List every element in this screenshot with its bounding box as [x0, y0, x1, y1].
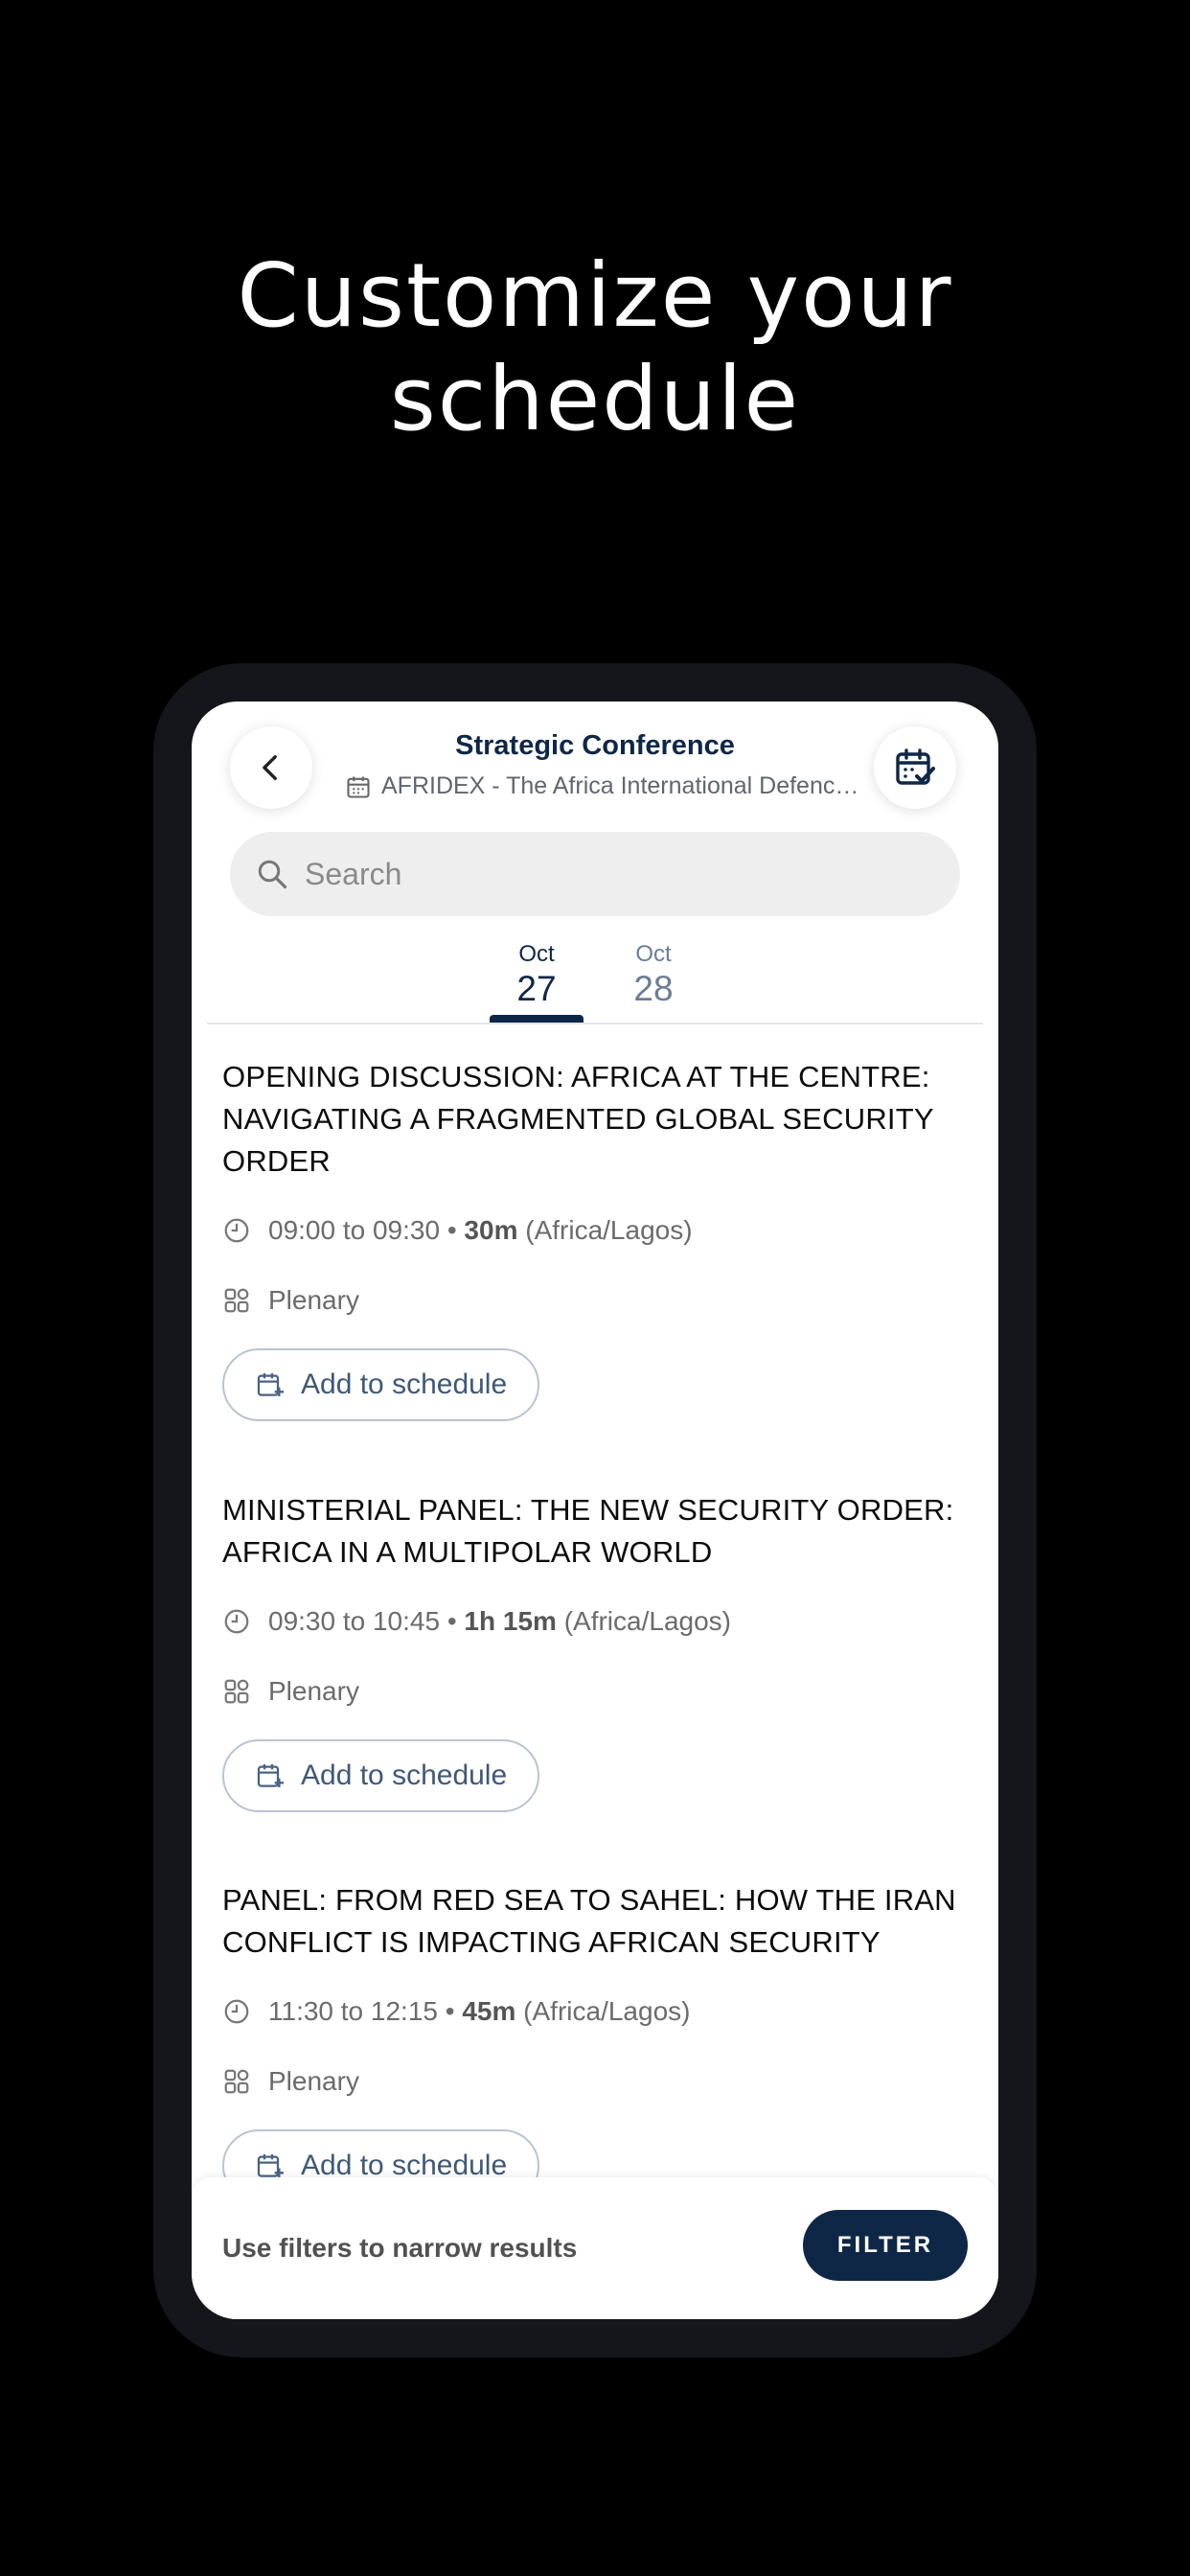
session-duration: 30m: [464, 1215, 518, 1245]
session-track: Plenary: [268, 1676, 359, 1706]
session-track-row: Plenary: [222, 1281, 979, 1320]
clock-icon: [222, 1216, 255, 1245]
filter-bar: Use filters to narrow results FILTER: [192, 2177, 998, 2319]
active-tab-indicator: [490, 1015, 584, 1023]
session-timezone: (Africa/Lagos): [563, 1606, 731, 1636]
clock-icon: [222, 1997, 255, 2026]
tab-divider: [207, 1023, 983, 1024]
event-subtitle: AFRIDEX - The Africa International Defen…: [345, 772, 862, 800]
session-card: PANEL: FROM RED SEA TO SAHEL: HOW THE IR…: [222, 1879, 979, 2202]
tab-month: Oct: [518, 941, 555, 967]
headline-line-2: schedule: [389, 348, 801, 450]
headline: Customize your schedule: [0, 244, 1190, 451]
tab-oct-27[interactable]: Oct 27: [489, 941, 584, 1010]
session-title[interactable]: OPENING DISCUSSION: AFRICA AT THE CENTRE…: [222, 1056, 979, 1183]
session-time: 09:30 to 10:45 •: [268, 1606, 457, 1636]
session-title-line: CONFLICT IS IMPACTING AFRICAN SECURITY: [222, 1925, 881, 1959]
tab-day: 27: [516, 969, 557, 1008]
tab-oct-28[interactable]: Oct 28: [606, 941, 701, 1010]
session-title-line: PANEL: FROM RED SEA TO SAHEL: HOW THE IR…: [222, 1883, 956, 1917]
session-time-row: 09:00 to 09:30 • 30m (Africa/Lagos): [222, 1211, 979, 1250]
session-time-row: 11:30 to 12:15 • 45m (Africa/Lagos): [222, 1992, 979, 2031]
filter-hint: Use filters to narrow results: [222, 2233, 578, 2263]
session-title-line: NAVIGATING A FRAGMENTED GLOBAL SECURITY: [222, 1102, 934, 1136]
add-to-schedule-button[interactable]: Add to schedule: [222, 1739, 540, 1812]
filter-button[interactable]: FILTER: [803, 2210, 968, 2281]
tab-month: Oct: [635, 941, 672, 967]
search-input[interactable]: [303, 855, 929, 893]
session-track: Plenary: [268, 1285, 359, 1315]
session-track-row: Plenary: [222, 2062, 979, 2101]
session-card: OPENING DISCUSSION: AFRICA AT THE CENTRE…: [222, 1056, 979, 1421]
add-to-schedule-label: Add to schedule: [301, 1368, 508, 1400]
grid-icon: [222, 2067, 255, 2096]
calendar-check-icon: [892, 745, 938, 791]
session-timezone: (Africa/Lagos): [525, 1215, 693, 1245]
search-icon: [255, 857, 289, 891]
session-time-row: 09:30 to 10:45 • 1h 15m (Africa/Lagos): [222, 1602, 979, 1641]
clock-icon: [222, 1607, 255, 1636]
session-title-line: OPENING DISCUSSION: AFRICA AT THE CENTRE…: [222, 1060, 930, 1093]
grid-icon: [222, 1677, 255, 1706]
add-to-schedule-label: Add to schedule: [301, 1760, 508, 1791]
session-title-line: AFRICA IN A MULTIPOLAR WORLD: [222, 1535, 713, 1569]
session-title[interactable]: PANEL: FROM RED SEA TO SAHEL: HOW THE IR…: [222, 1879, 979, 1964]
session-title[interactable]: MINISTERIAL PANEL: THE NEW SECURITY ORDE…: [222, 1489, 979, 1574]
session-title-line: ORDER: [222, 1144, 331, 1178]
phone-frame: Strategic Conference AFRIDEX - The Afric…: [153, 663, 1037, 2358]
session-time: 11:30 to 12:15 •: [268, 1996, 455, 2026]
grid-icon: [222, 1286, 255, 1315]
session-time: 09:00 to 09:30 •: [268, 1215, 457, 1245]
session-duration: 1h 15m: [464, 1606, 557, 1636]
app-screen: Strategic Conference AFRIDEX - The Afric…: [192, 702, 998, 2319]
add-to-schedule-button[interactable]: Add to schedule: [222, 1348, 540, 1421]
calendar-plus-icon: [255, 1369, 286, 1400]
tab-day: 28: [633, 969, 674, 1008]
calendar-icon: [345, 773, 372, 800]
session-track: Plenary: [268, 2066, 359, 2096]
session-card: MINISTERIAL PANEL: THE NEW SECURITY ORDE…: [222, 1489, 979, 1812]
headline-line-1: Customize your: [237, 244, 953, 347]
session-title-line: MINISTERIAL PANEL: THE NEW SECURITY ORDE…: [222, 1493, 954, 1527]
search-bar[interactable]: [230, 832, 960, 916]
event-name: AFRIDEX - The Africa International Defen…: [381, 772, 862, 799]
session-track-row: Plenary: [222, 1672, 979, 1711]
session-timezone: (Africa/Lagos): [523, 1996, 691, 2026]
my-schedule-button[interactable]: [874, 726, 956, 809]
calendar-plus-icon: [255, 1760, 286, 1791]
session-duration: 45m: [462, 1996, 516, 2026]
